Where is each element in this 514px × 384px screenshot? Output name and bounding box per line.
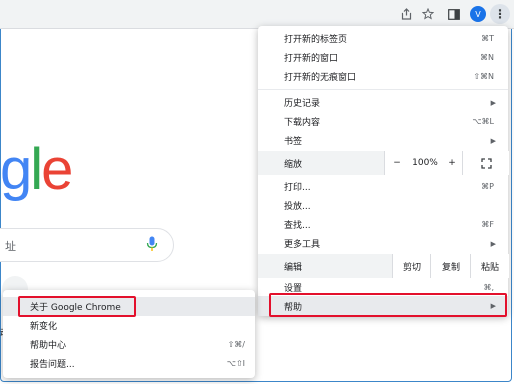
chevron-right-icon: ▶ (490, 136, 496, 145)
submenu-item-help-center[interactable]: 帮助中心 ⇧⌘/ (3, 335, 255, 354)
copy-button[interactable]: 复制 (430, 254, 471, 278)
paste-button[interactable]: 粘贴 (470, 254, 509, 278)
menu-item-downloads[interactable]: 下载内容 ⌥⌘L (258, 112, 508, 131)
share-icon[interactable] (398, 6, 414, 22)
google-logo-partial: gle (0, 137, 73, 202)
menu-item-cast[interactable]: 投放... (258, 196, 508, 215)
menu-item-incognito[interactable]: 打开新的无痕窗口 ⇧⌘N (258, 67, 508, 86)
zoom-value: 100% (408, 151, 442, 175)
profile-avatar[interactable]: V (470, 6, 486, 22)
menu-item-history[interactable]: 历史记录 ▶ (258, 93, 508, 112)
shortcut-label: ⌘T (481, 34, 494, 43)
search-placeholder: 址 (5, 240, 16, 253)
menu-row-zoom: 缩放 − 100% + (258, 151, 509, 175)
shortcut-label: ⌘F (481, 220, 494, 229)
chrome-menu-button[interactable]: ⋮ (490, 4, 510, 24)
menu-item-find[interactable]: 查找... ⌘F (258, 215, 508, 234)
microphone-icon[interactable] (146, 236, 158, 252)
menu-item-new-window[interactable]: 打开新的窗口 ⌘N (258, 48, 508, 67)
menu-item-more-tools[interactable]: 更多工具 ▶ (258, 234, 508, 253)
submenu-item-whats-new[interactable]: 新变化 (3, 316, 255, 335)
browser-toolbar: V ⋮ (0, 0, 514, 29)
submenu-item-report-issue[interactable]: 报告问题... ⌥⇧I (3, 354, 255, 373)
side-panel-icon[interactable] (446, 6, 462, 22)
chrome-menu: 打开新的标签页 ⌘T 打开新的窗口 ⌘N 打开新的无痕窗口 ⇧⌘N 历史记录 ▶… (258, 26, 509, 316)
menu-item-new-tab[interactable]: 打开新的标签页 ⌘T (258, 29, 508, 48)
shortcut-label: ⇧⌘N (473, 72, 494, 81)
menu-item-bookmarks[interactable]: 书签 ▶ (258, 131, 508, 150)
shortcut-label: ⌥⌘L (472, 117, 494, 126)
help-highlight-box (269, 293, 507, 317)
fullscreen-icon (480, 157, 492, 169)
menu-divider (258, 89, 508, 90)
zoom-out-button[interactable]: − (384, 151, 409, 175)
fullscreen-button[interactable] (462, 151, 509, 175)
menu-item-print[interactable]: 打印... ⌘P (258, 177, 508, 196)
about-highlight-box (18, 296, 136, 317)
shortcut-label: ⌘N (480, 53, 494, 62)
menu-row-edit: 编辑 剪切 复制 粘贴 (258, 254, 509, 278)
shortcut-label: ⌥⇧I (226, 359, 245, 368)
chevron-right-icon: ▶ (490, 98, 496, 107)
chevron-right-icon: ▶ (490, 239, 496, 248)
cut-button[interactable]: 剪切 (392, 254, 431, 278)
star-icon[interactable] (420, 6, 436, 22)
shortcut-label: ⌘, (483, 283, 494, 292)
shortcut-label: ⇧⌘/ (227, 340, 245, 349)
zoom-in-button[interactable]: + (442, 151, 462, 175)
shortcut-label: ⌘P (481, 182, 494, 191)
